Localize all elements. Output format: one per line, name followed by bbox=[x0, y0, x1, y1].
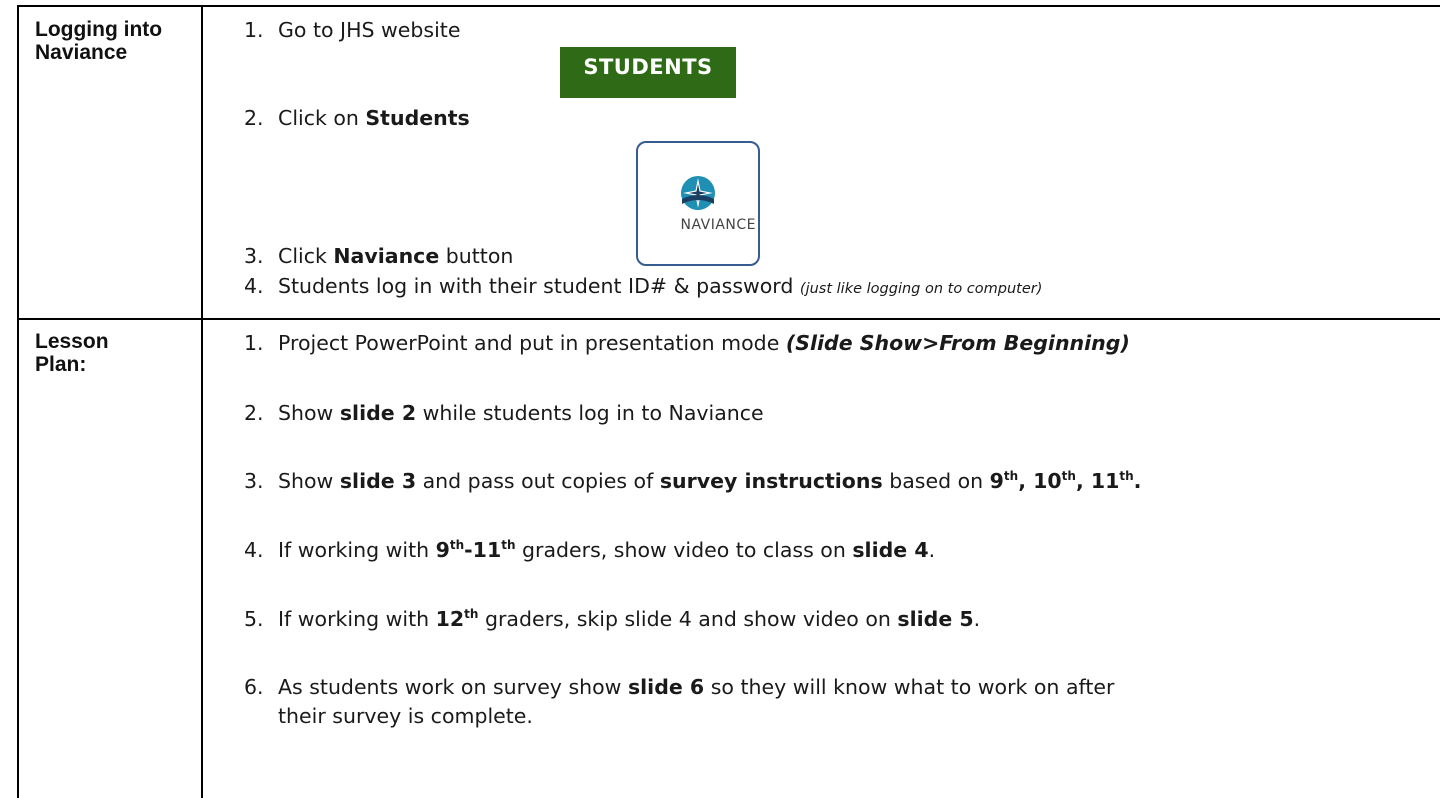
grade-suffix: th bbox=[1119, 469, 1134, 483]
step-number: 6. bbox=[244, 675, 264, 699]
step-text: Project PowerPoint and put in presentati… bbox=[278, 331, 786, 355]
step-text: . bbox=[973, 607, 981, 631]
row-label-logging: Logging into Naviance bbox=[35, 18, 195, 64]
compass-icon bbox=[681, 176, 715, 210]
step-text: Click on bbox=[278, 106, 366, 130]
grade-number: 12 bbox=[435, 607, 465, 631]
step-text: graders, show video to class on bbox=[515, 538, 853, 562]
step-text: . bbox=[928, 538, 936, 562]
list-item: 4. Students log in with their student ID#… bbox=[244, 273, 1042, 302]
naviance-button-image: NAVIANCE bbox=[636, 141, 760, 266]
step-number: 4. bbox=[244, 274, 264, 298]
step-bold: Naviance bbox=[333, 244, 440, 268]
grade-suffix: th bbox=[449, 538, 465, 552]
step-text: based on bbox=[882, 469, 990, 493]
step-text: Go to JHS website bbox=[278, 18, 461, 42]
column-divider bbox=[201, 5, 203, 798]
table-left-border bbox=[17, 5, 19, 798]
list-item: 3. Click Naviance button bbox=[244, 243, 513, 269]
table-top-border bbox=[17, 5, 1440, 7]
step-number: 5. bbox=[244, 607, 264, 631]
step-number: 1. bbox=[244, 18, 264, 42]
step-text: Students log in with their student ID# &… bbox=[278, 274, 800, 298]
list-item: 1. Project PowerPoint and put in presenta… bbox=[244, 330, 1130, 356]
grade-number: 9 bbox=[435, 538, 450, 562]
grade-punct: . bbox=[1133, 469, 1142, 493]
step-text: graders, skip slide 4 and show video on bbox=[478, 607, 898, 631]
list-item: 1. Go to JHS website bbox=[244, 17, 460, 43]
grade-suffix: th bbox=[1003, 469, 1019, 483]
grade-suffix: th bbox=[1061, 469, 1076, 483]
row-label-lesson-plan: Lesson Plan: bbox=[35, 330, 145, 376]
step-italic-note: (just like logging on to computer) bbox=[799, 281, 1043, 297]
step-number: 1. bbox=[244, 331, 264, 355]
step-text: As students work on survey show bbox=[278, 675, 628, 699]
step-bold: slide 5 bbox=[897, 607, 974, 631]
list-item: 2. Click on Students bbox=[244, 105, 470, 131]
list-item: 6. As students work on survey show slide … bbox=[244, 674, 1114, 729]
grade-number: , 10 bbox=[1018, 469, 1062, 493]
step-text: Click bbox=[278, 244, 334, 268]
step-bold: slide 6 bbox=[627, 675, 705, 699]
list-item: 5. If working with 12th graders, skip sli… bbox=[244, 606, 980, 632]
step-bold: survey instructions bbox=[659, 469, 883, 493]
list-item: 2. Show slide 2 while students log in to … bbox=[244, 400, 764, 426]
step-number: 2. bbox=[244, 106, 264, 130]
step-text: If working with bbox=[278, 538, 436, 562]
step-bold: slide 2 bbox=[339, 401, 417, 425]
step-text: button bbox=[439, 244, 514, 268]
step-text: If working with bbox=[278, 607, 436, 631]
grade-number: , 11 bbox=[1075, 469, 1120, 493]
row-divider bbox=[17, 318, 1440, 320]
grade-number: 9 bbox=[989, 469, 1004, 493]
step-bold: slide 3 bbox=[339, 469, 417, 493]
step-text-continued: their survey is complete. bbox=[278, 704, 533, 728]
list-item: 3. Show slide 3 and pass out copies of su… bbox=[244, 468, 1141, 494]
students-button-label: STUDENTS bbox=[583, 55, 713, 79]
step-bold: slide 4 bbox=[852, 538, 929, 562]
row-label-text: Lesson Plan: bbox=[35, 330, 109, 376]
grade-suffix: th bbox=[501, 538, 516, 552]
students-button-image: STUDENTS bbox=[560, 47, 736, 98]
step-text: Show bbox=[278, 469, 340, 493]
step-text: while students log in to Naviance bbox=[416, 401, 764, 425]
step-number: 2. bbox=[244, 401, 264, 425]
step-number: 3. bbox=[244, 469, 264, 493]
step-bold-italic: (Slide Show>From Beginning) bbox=[785, 331, 1130, 355]
row-label-text: Logging into Naviance bbox=[35, 18, 163, 64]
step-number: 3. bbox=[244, 244, 264, 268]
step-bold: Students bbox=[365, 106, 470, 130]
step-text: and pass out copies of bbox=[416, 469, 660, 493]
grade-suffix: th bbox=[464, 607, 479, 621]
step-number: 4. bbox=[244, 538, 264, 562]
grade-number: -11 bbox=[464, 538, 502, 562]
list-item: 4. If working with 9th-11th graders, show… bbox=[244, 537, 935, 563]
step-text: so they will know what to work on after bbox=[704, 675, 1115, 699]
naviance-logo-text: NAVIANCE bbox=[680, 217, 756, 233]
step-text: Show bbox=[278, 401, 340, 425]
